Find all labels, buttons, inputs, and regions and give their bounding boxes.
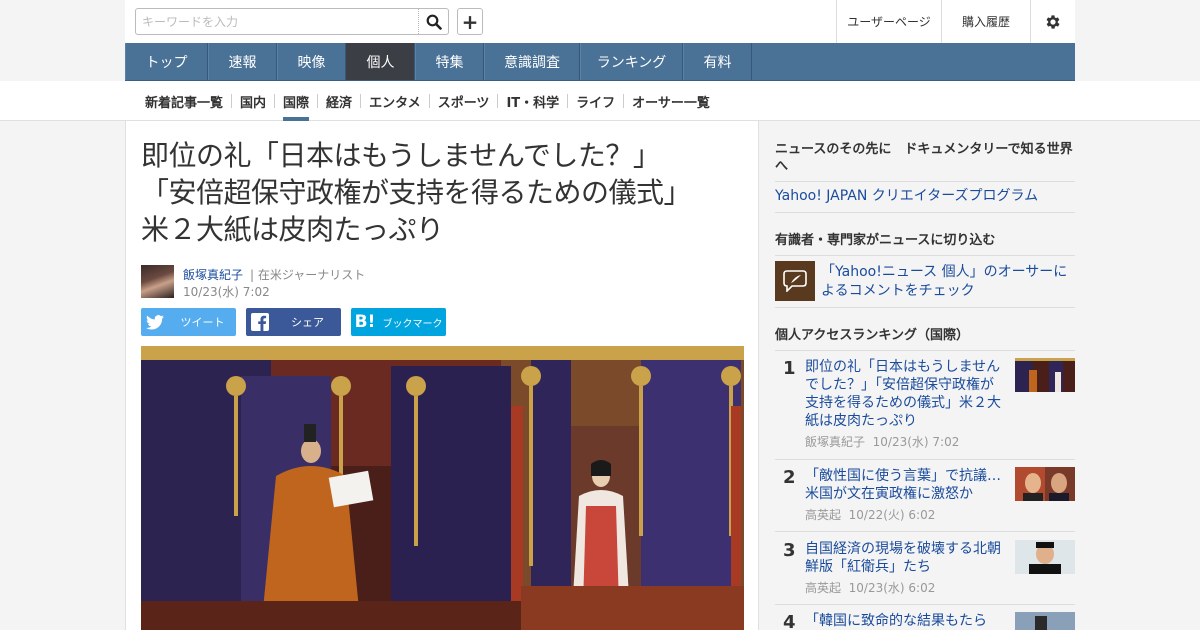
ranking-article-link[interactable]: 即位の礼「日本はもうしませんでした？」「安倍超保守政権が支持を得るための儀式」米… (805, 358, 1005, 430)
divider (775, 181, 1075, 182)
rank-number: 4 (783, 612, 796, 630)
ranking-article-link[interactable]: 「敵性国に使う言葉」で抗議… 米国が文在寅政権に激怒か (805, 467, 1005, 503)
author-role: | 在米ジャーナリスト (250, 268, 366, 282)
article-title: 即位の礼「日本はもうしませんでした？」 「安倍超保守政権が支持を得るための儀式」… (141, 137, 751, 248)
promo-heading: ニュースのその先に ドキュメンタリーで知る世界へ (775, 142, 1073, 174)
ranking-date: 10/23(水) 7:02 (872, 435, 960, 449)
nav-survey[interactable]: 意識調査 (484, 43, 580, 80)
header-links: ユーザーページ 購入履歴 (836, 0, 1075, 43)
rank-number: 2 (783, 467, 796, 488)
nav-top[interactable]: トップ (125, 43, 208, 80)
ranking-thumbnail[interactable] (1015, 612, 1075, 630)
divider (775, 350, 1075, 351)
top-bar: + ユーザーページ 購入履歴 (125, 0, 1075, 43)
facebook-share-button[interactable]: シェア (246, 308, 341, 336)
author-avatar[interactable] (141, 265, 174, 298)
settings-button[interactable] (1030, 0, 1075, 43)
ranking-article-link[interactable]: 自国経済の現場を破壊する北朝鮮版「紅衛兵」たち (805, 540, 1005, 576)
ranking-thumbnail[interactable] (1015, 358, 1075, 392)
search-input[interactable] (136, 9, 418, 34)
user-page-link[interactable]: ユーザーページ (836, 0, 941, 43)
sub-nav-international[interactable]: 国際 (275, 81, 317, 121)
experts-heading: 有識者・専門家がニュースに切り込む (775, 233, 996, 248)
purchase-history-link[interactable]: 購入履歴 (941, 0, 1030, 43)
ranking-thumbnail[interactable] (1015, 467, 1075, 501)
ranking-article-link[interactable]: 「韓国に致命的な結果もたら (805, 612, 1005, 630)
divider (775, 307, 1075, 308)
facebook-share-label: シェア (291, 316, 324, 329)
nav-video[interactable]: 映像 (277, 43, 346, 80)
article-date: 10/23(水) 7:02 (183, 285, 270, 299)
nav-breaking[interactable]: 速報 (208, 43, 277, 80)
divider (775, 604, 1075, 605)
nav-ranking[interactable]: ランキング (580, 43, 683, 80)
ranking-author: 高英起 (805, 581, 842, 595)
twitter-share-button[interactable]: ツイート (141, 308, 236, 336)
ranking-meta: 高英起 10/23(水) 6:02 (805, 579, 935, 596)
ranking-author: 飯塚真紀子 (805, 435, 866, 449)
author-name[interactable]: 飯塚真紀子 (183, 266, 243, 283)
article-title-line: 「安倍超保守政権が支持を得るための儀式」 (141, 176, 692, 209)
sub-nav-new-articles[interactable]: 新着記事一覧 (137, 81, 231, 121)
search-button[interactable] (418, 9, 448, 34)
search-box (135, 8, 449, 35)
hatena-bookmark-icon: B! (354, 312, 376, 332)
article-title-line: 米２大紙は皮肉たっぷり (141, 213, 444, 246)
experts-comment-link[interactable]: 「Yahoo!ニュース 個人」のオーサーによるコメントをチェック (821, 263, 1071, 301)
article-photo[interactable] (141, 346, 744, 630)
sub-nav-authors[interactable]: オーサー一覧 (624, 81, 718, 121)
ranking-heading: 個人アクセスランキング（国際） (775, 328, 969, 343)
rank-number: 1 (783, 358, 796, 379)
ranking-meta: 高英起 10/22(火) 6:02 (805, 506, 935, 523)
sub-nav-economy[interactable]: 経済 (318, 81, 360, 121)
divider (775, 459, 1075, 460)
ranking-thumbnail[interactable] (1015, 540, 1075, 574)
facebook-icon (246, 313, 274, 331)
category-nav: 新着記事一覧 国内 国際 経済 エンタメ スポーツ IT・科学 ライフ オーサー… (137, 81, 718, 121)
twitter-share-label: ツイート (180, 316, 225, 329)
ranking-date: 10/22(火) 6:02 (848, 508, 936, 522)
sub-nav-life[interactable]: ライフ (568, 81, 623, 121)
hatena-bookmark-button[interactable]: B! ブックマーク (351, 308, 446, 336)
ranking-meta: 飯塚真紀子 10/23(水) 7:02 (805, 433, 959, 450)
gear-icon (1046, 14, 1060, 29)
creators-program-link[interactable]: Yahoo! JAPAN クリエイターズプログラム (775, 187, 1038, 206)
ranking-author: 高英起 (805, 508, 842, 522)
enthronement-photo-image (141, 346, 744, 630)
main-nav: トップ 速報 映像 個人 特集 意識調査 ランキング 有料 (125, 43, 1075, 81)
article-title-line: 即位の礼「日本はもうしませんでした？」 (141, 139, 661, 172)
twitter-icon (141, 314, 169, 330)
sub-nav-entertainment[interactable]: エンタメ (361, 81, 429, 121)
nav-features[interactable]: 特集 (415, 43, 484, 80)
nav-paid[interactable]: 有料 (683, 43, 752, 80)
search-icon (426, 14, 442, 30)
sub-nav-it-science[interactable]: IT・科学 (498, 81, 567, 121)
ranking-date: 10/23(水) 6:02 (848, 581, 936, 595)
divider (775, 531, 1075, 532)
divider (775, 212, 1075, 213)
comment-feather-icon (775, 261, 815, 301)
divider (775, 255, 1075, 256)
article: 即位の礼「日本はもうしませんでした？」 「安倍超保守政権が支持を得るための儀式」… (125, 121, 759, 630)
sub-nav-sports[interactable]: スポーツ (430, 81, 498, 121)
sub-nav-domestic[interactable]: 国内 (232, 81, 274, 121)
add-button[interactable]: + (457, 8, 483, 35)
rank-number: 3 (783, 540, 796, 561)
sidebar: ニュースのその先に ドキュメンタリーで知る世界へ Yahoo! JAPAN クリ… (759, 121, 1075, 630)
nav-individual[interactable]: 個人 (346, 43, 415, 80)
hatena-bookmark-label: ブックマーク (382, 318, 443, 330)
